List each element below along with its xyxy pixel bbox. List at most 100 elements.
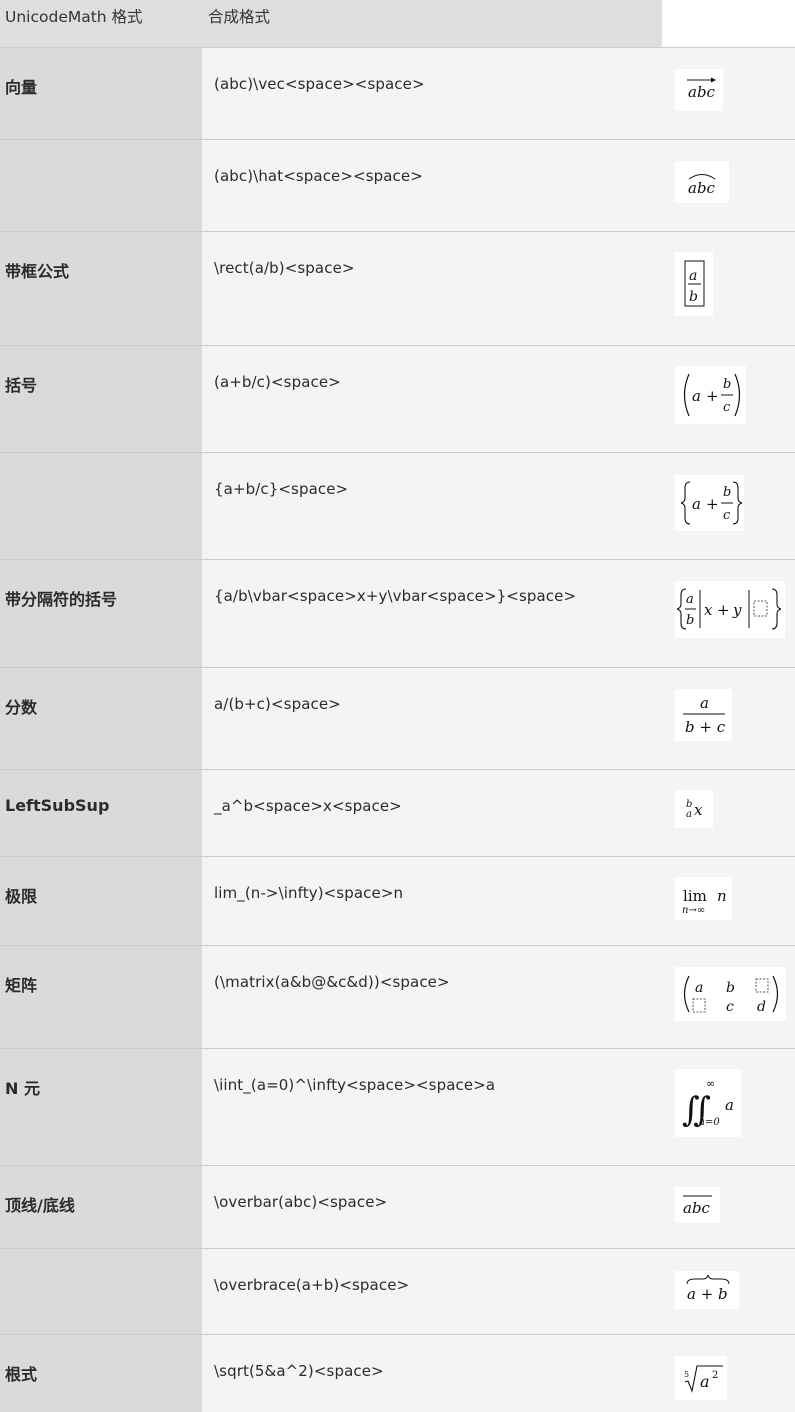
unicodemath-code: (abc)\hat<space><space> — [214, 167, 423, 185]
delim-x: x — [704, 601, 713, 619]
unicodemath-code: a/(b+c)<space> — [214, 695, 341, 713]
category-cell: 括号 — [0, 346, 202, 453]
overbrace-text: a + b — [687, 1285, 728, 1303]
paren-a: a — [692, 387, 701, 405]
category-label: 带框公式 — [5, 262, 70, 281]
rendered-formula: abc — [675, 161, 729, 203]
rendered-formula: a b + c — [675, 689, 732, 741]
rendered-formula: a b c d — [675, 967, 786, 1021]
delim-plus: + — [717, 601, 730, 619]
rendered-formula: a + b c — [675, 366, 746, 424]
brace-plus: + — [706, 495, 719, 513]
table-row: 根式 \sqrt(5&a^2)<space> 5 a 2 — [0, 1334, 795, 1412]
header-unicodemath-format: UnicodeMath 格式 — [5, 8, 143, 26]
vector-text: abc — [688, 83, 716, 101]
category-cell: LeftSubSup — [0, 770, 202, 857]
rendered-formula: 5 a 2 — [675, 1356, 727, 1400]
delim-y: y — [732, 601, 742, 619]
rendered-formula: lim n n→∞ — [675, 877, 732, 920]
brace-a: a — [692, 495, 701, 513]
category-cell — [0, 453, 202, 560]
unicodemath-code: \sqrt(5&a^2)<space> — [214, 1362, 384, 1380]
radicand-a: a — [700, 1372, 710, 1391]
category-cell: 带分隔符的括号 — [0, 560, 202, 668]
table-row: 向量 (abc)\vec<space><space> abc — [0, 47, 795, 140]
overbar-text: abc — [683, 1199, 711, 1217]
matrix-a: a — [695, 980, 703, 996]
paren-plus: + — [706, 387, 719, 405]
unicodemath-code: {a+b/c}<space> — [214, 480, 349, 498]
rendered-formula: a b x + y — [675, 581, 785, 638]
unicodemath-code: \iint_(a=0)^\infty<space><space>a — [214, 1076, 496, 1094]
unicodemath-code: {a/b\vbar<space>x+y\vbar<space>}<space> — [214, 587, 577, 605]
category-cell: 矩阵 — [0, 946, 202, 1049]
category-label: 极限 — [5, 887, 38, 906]
paren-denominator: c — [723, 400, 731, 415]
table-row: LeftSubSup _a^b<space>x<space> b a x — [0, 769, 795, 857]
table-row: \overbrace(a+b)<space> a + b — [0, 1248, 795, 1335]
unicodemath-code: (abc)\vec<space><space> — [214, 75, 425, 93]
matrix-c: c — [726, 999, 734, 1015]
rendered-formula: a + b — [675, 1271, 739, 1309]
leftsub-a: a — [686, 809, 692, 820]
header-built-up-format: 合成格式 — [208, 8, 271, 26]
category-cell: 极限 — [0, 857, 202, 946]
table-row: (abc)\hat<space><space> abc — [0, 139, 795, 232]
delim-numerator: a — [686, 592, 694, 607]
paren-numerator: b — [723, 377, 731, 392]
rendered-formula: a b — [675, 252, 713, 316]
unicodemath-code: (a+b/c)<space> — [214, 373, 341, 391]
table-row: 分数 a/(b+c)<space> a b + c — [0, 667, 795, 770]
category-cell — [0, 1249, 202, 1335]
table-row: 极限 lim_(n->\infty)<space>n lim n n→∞ — [0, 856, 795, 946]
table-row: 括号 (a+b/c)<space> a + b c — [0, 345, 795, 453]
category-label: 带分隔符的括号 — [5, 590, 118, 609]
hat-text: abc — [688, 179, 716, 197]
category-label: 根式 — [5, 1365, 38, 1384]
category-label: 顶线/底线 — [5, 1196, 75, 1215]
category-cell: 分数 — [0, 668, 202, 770]
category-label: LeftSubSup — [5, 796, 110, 815]
table-row: 顶线/底线 \overbar(abc)<space> abc — [0, 1165, 795, 1249]
table-header: UnicodeMath 格式 合成格式 — [0, 0, 795, 47]
integral-lower-limit: a=0 — [699, 1117, 720, 1128]
fraction-numerator: a — [700, 694, 709, 712]
rendered-formula: ∬ ∞ a=0 a — [675, 1069, 741, 1137]
brace-denominator: c — [723, 508, 731, 523]
integral-upper-limit: ∞ — [706, 1077, 715, 1090]
rendered-formula: abc — [675, 1187, 720, 1223]
radicand-exponent: 2 — [712, 1370, 718, 1381]
table-row: 矩阵 (\matrix(a&b@&c&d))<space> a b c d — [0, 945, 795, 1049]
delim-denominator: b — [686, 613, 694, 628]
radical-index: 5 — [684, 1370, 689, 1379]
category-cell: 带框公式 — [0, 232, 202, 346]
unicodemath-code: (\matrix(a&b@&c&d))<space> — [214, 973, 450, 991]
leftsubsup-x: x — [694, 801, 703, 819]
category-label: 向量 — [5, 78, 38, 97]
unicodemath-code: \overbrace(a+b)<space> — [214, 1276, 410, 1294]
category-cell: 向量 — [0, 48, 202, 140]
unicodemath-code: \overbar(abc)<space> — [214, 1193, 388, 1211]
table-row: N 元 \iint_(a=0)^\infty<space><space>a ∬ … — [0, 1048, 795, 1166]
unicodemath-code: \rect(a/b)<space> — [214, 259, 355, 277]
rendered-formula: b a x — [675, 790, 713, 828]
fraction-denominator: b + c — [685, 718, 726, 736]
rendered-formula: abc — [675, 69, 723, 111]
unicodemath-code: _a^b<space>x<space> — [214, 797, 402, 815]
table-row: 带框公式 \rect(a/b)<space> a b — [0, 231, 795, 346]
category-cell: 根式 — [0, 1335, 202, 1412]
brace-numerator: b — [723, 485, 731, 500]
box-numerator: a — [689, 268, 697, 284]
category-cell — [0, 140, 202, 232]
category-label: 括号 — [5, 376, 38, 395]
category-cell: 顶线/底线 — [0, 1166, 202, 1249]
table-row: 带分隔符的括号 {a/b\vbar<space>x+y\vbar<space>}… — [0, 559, 795, 668]
matrix-b: b — [726, 980, 735, 996]
category-label: 分数 — [5, 698, 38, 717]
rendered-formula: a + b c — [675, 475, 744, 531]
table-row: {a+b/c}<space> a + b c — [0, 452, 795, 560]
limit-subscript: n→∞ — [682, 905, 705, 916]
integrand: a — [725, 1096, 734, 1114]
category-label: N 元 — [5, 1079, 40, 1098]
category-cell: N 元 — [0, 1049, 202, 1166]
